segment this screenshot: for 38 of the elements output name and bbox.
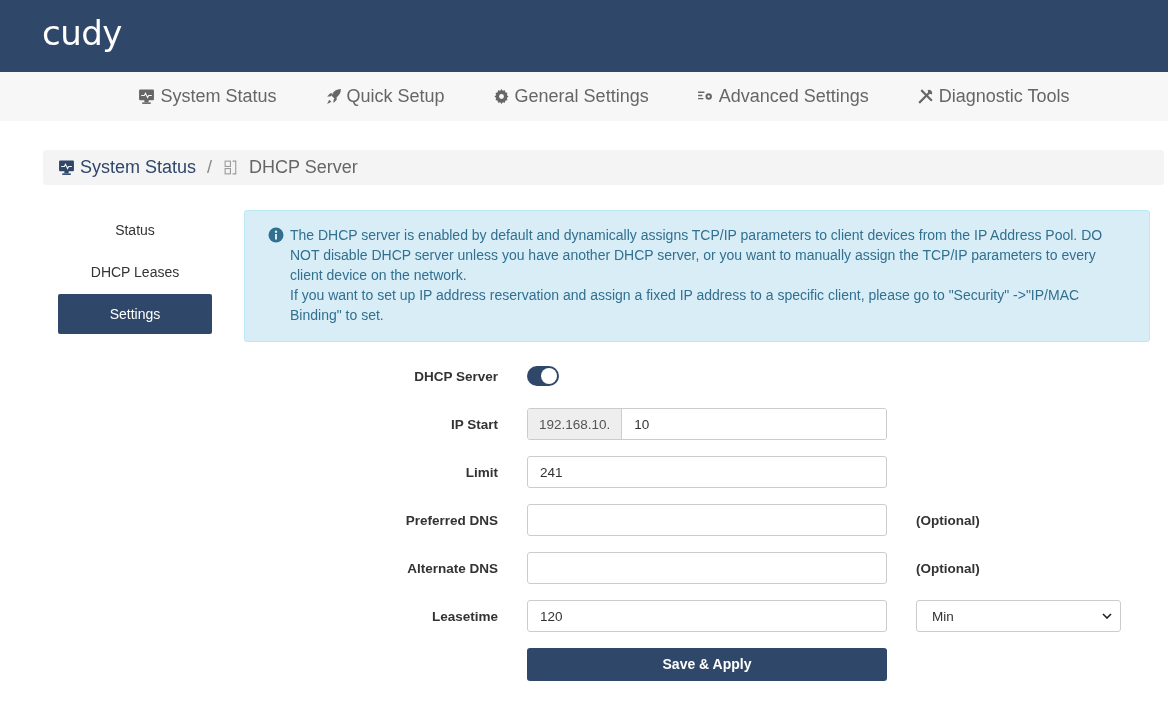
tools-icon: [916, 88, 934, 105]
input-field[interactable]: 241: [527, 456, 887, 488]
field-label: Alternate DNS: [406, 560, 499, 576]
field-label: DHCP Server: [413, 368, 499, 384]
optional-note: (Optional): [916, 512, 980, 528]
nav-link[interactable]: Quick Setup: [324, 86, 445, 107]
nav-link[interactable]: Advanced Settings: [696, 86, 869, 107]
monitor-icon: [138, 88, 156, 105]
unit-select[interactable]: Min: [916, 600, 1121, 632]
input-field[interactable]: [527, 552, 887, 584]
nav-link[interactable]: Diagnostic Tools: [916, 86, 1070, 107]
sidebar-item[interactable]: DHCP Leases: [58, 252, 212, 292]
input-field[interactable]: [527, 504, 887, 536]
input-field[interactable]: 192.168.10. 10: [527, 408, 887, 440]
logo[interactable]: cudy: [42, 16, 122, 56]
save-button[interactable]: Save & Apply: [527, 647, 887, 681]
toggle-switch[interactable]: [527, 366, 559, 386]
rocket-icon: [324, 88, 342, 105]
info-text: If you want to set up IP address reservation and assign a fixed IP address to a specific client, please go to "Security" ->"IP/MAC Binding" to set.: [290, 286, 1081, 325]
gear-icon: [492, 88, 510, 105]
info-text: The DHCP server is enabled by default and dynamically assigns TCP/IP parameters to client devices from the IP Address Pool. DO NOT disable DHCP server unless you have another DHCP server, or you want to manually assign the TCP/IP parameters to every client device on the network.: [290, 226, 1104, 285]
nav-link[interactable]: System Status: [138, 86, 277, 107]
info-icon: [268, 227, 284, 243]
breadcrumb-current: DHCP Server: [249, 157, 358, 178]
nav-link[interactable]: General Settings: [492, 86, 649, 107]
field-label: IP Start: [449, 416, 499, 432]
breadcrumb-link[interactable]: System Status: [80, 157, 197, 178]
chevron-down-icon: [1102, 613, 1112, 619]
field-label: Limit: [464, 464, 499, 480]
input-prefix: 192.168.10.: [528, 409, 623, 439]
breadcrumb-separator: /: [207, 157, 213, 178]
field-label: Leasetime: [430, 608, 499, 624]
monitor-icon: [58, 159, 75, 176]
field-label: Preferred DNS: [404, 512, 499, 528]
optional-note: (Optional): [916, 560, 980, 576]
sidebar-item[interactable]: Status: [58, 210, 212, 250]
input-field[interactable]: 120: [527, 600, 887, 632]
sidebar-item[interactable]: Settings: [58, 294, 212, 334]
